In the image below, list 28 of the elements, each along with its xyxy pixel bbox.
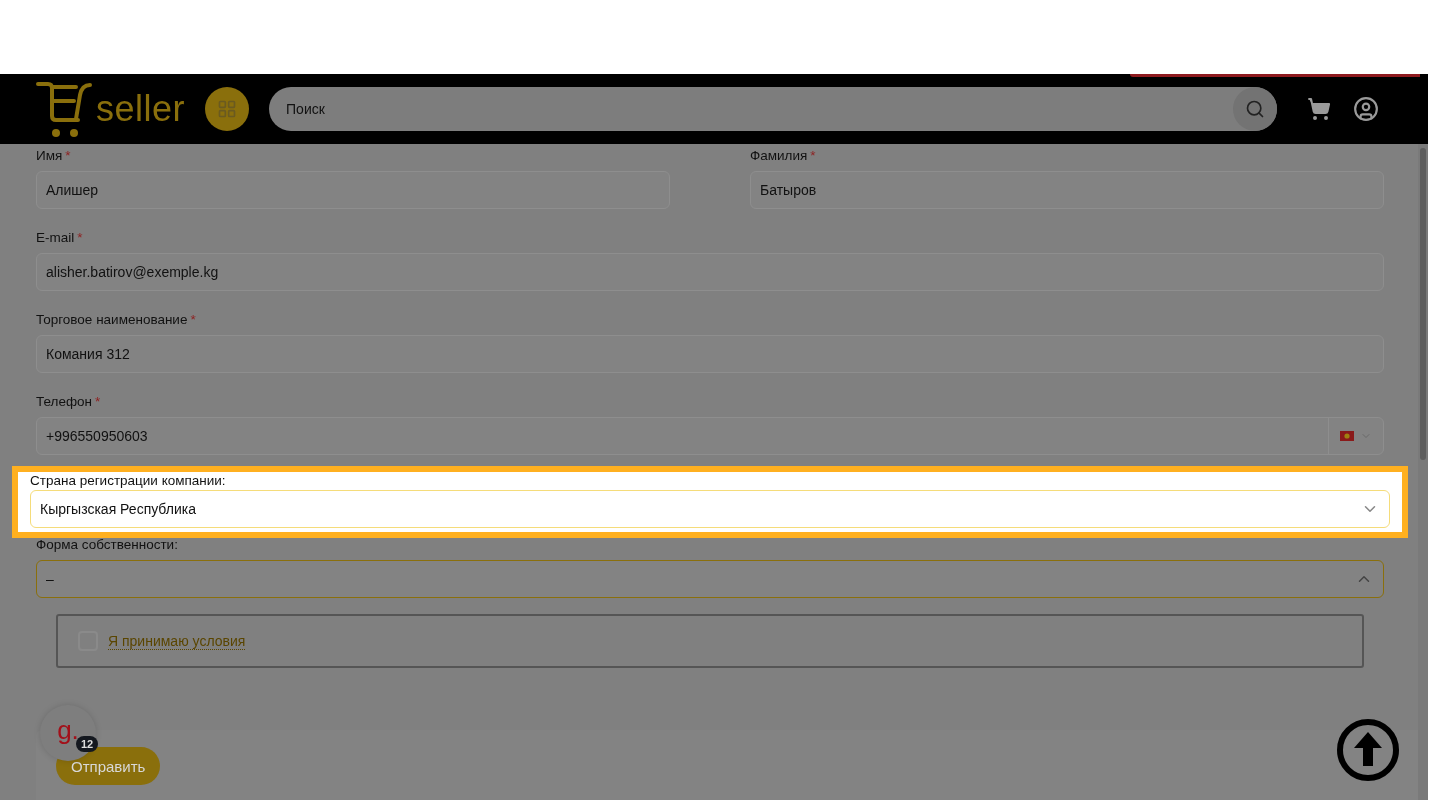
- search-button[interactable]: [1233, 87, 1278, 131]
- text-field[interactable]: Комания 312: [36, 335, 1384, 373]
- field-label: Имя *: [36, 147, 72, 165]
- menu-button[interactable]: [205, 87, 250, 131]
- field-label: Фамилия *: [750, 147, 817, 165]
- grid-icon: [217, 99, 238, 119]
- select-field[interactable]: –: [36, 560, 1384, 598]
- field-label: Страна регистрации компании:: [30, 472, 227, 490]
- field-label: Телефон *: [36, 393, 102, 411]
- phone-field[interactable]: +996550950603: [36, 417, 1384, 455]
- search-icon: [1245, 99, 1266, 119]
- flag-icon: [1340, 431, 1354, 441]
- field-label: Торговое наименование *: [36, 311, 197, 329]
- user-icon[interactable]: [1353, 96, 1380, 122]
- select-field[interactable]: Кыргызская Республика: [30, 490, 1390, 528]
- text-field[interactable]: Батыров: [750, 171, 1384, 209]
- logo-text: seller: [96, 88, 186, 130]
- cart-icon[interactable]: [1307, 97, 1332, 121]
- logo-icon: [34, 79, 94, 139]
- field-label: E-mail *: [36, 229, 84, 247]
- text-field[interactable]: Алишер: [36, 171, 670, 209]
- scroll-up-icon[interactable]: [1336, 718, 1400, 782]
- submit-button[interactable]: Отправить: [56, 747, 161, 785]
- search-input[interactable]: Поиск: [284, 100, 1089, 118]
- text-field[interactable]: alisher.batirov@exemple.kg: [36, 253, 1384, 291]
- count-badge: 12: [76, 736, 99, 752]
- field-label: Форма собственности:: [36, 536, 179, 554]
- search-field[interactable]: Поиск: [269, 87, 1278, 131]
